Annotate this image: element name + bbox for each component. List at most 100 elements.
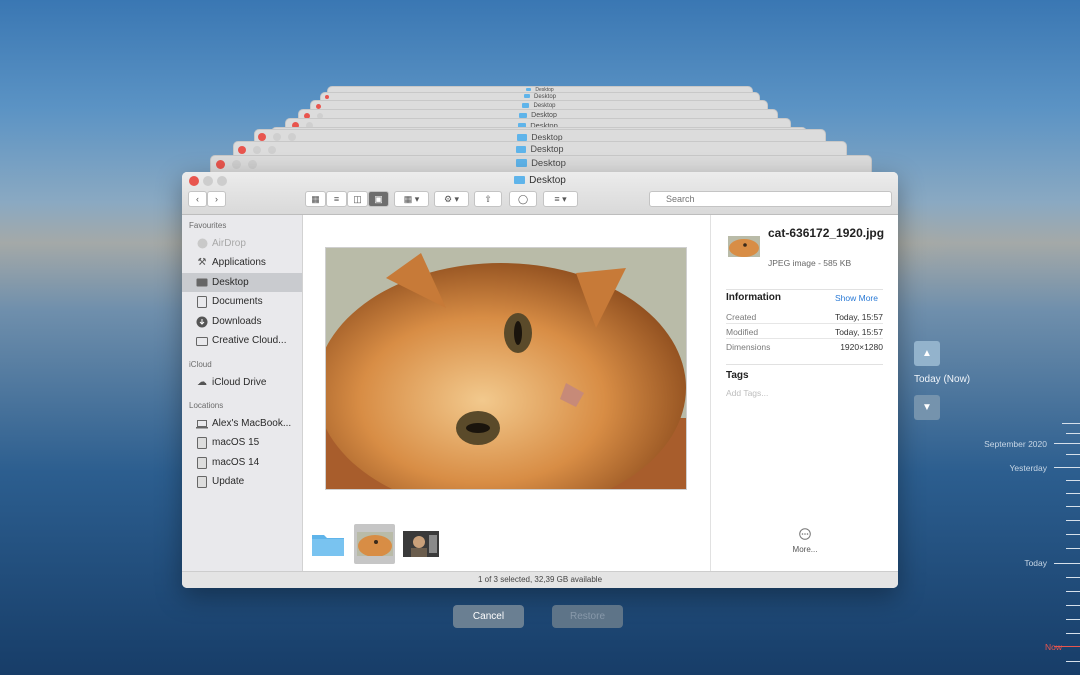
sidebar-heading-icloud: iCloud — [189, 360, 212, 369]
sidebar-item-label: macOS 15 — [212, 437, 260, 448]
share-button[interactable]: ⇧ — [474, 191, 502, 207]
documents-icon — [196, 295, 208, 308]
status-bar: 1 of 3 selected, 32,39 GB available — [182, 571, 898, 588]
sidebar-item-desktop[interactable]: Desktop — [182, 273, 302, 292]
sidebar: Favourites AirDrop ⚒ Applications Desktop… — [182, 215, 303, 571]
desktop-icon — [196, 277, 208, 289]
folder-icon — [516, 146, 527, 154]
forward-button[interactable]: › — [207, 191, 226, 207]
sidebar-item-applications[interactable]: ⚒ Applications — [182, 253, 302, 272]
sidebar-item-downloads[interactable]: Downloads — [182, 312, 302, 331]
group-icon: ▦ ▾ — [403, 193, 420, 204]
downloads-icon — [196, 316, 208, 328]
tag-icon: ◯ — [517, 193, 529, 204]
previous-snapshot-button[interactable]: ▲ — [914, 341, 940, 366]
show-more-link[interactable]: Show More — [835, 293, 878, 303]
applications-icon: ⚒ — [197, 257, 207, 268]
icon-grid-icon: ▦ — [311, 193, 320, 204]
sidebar-item-macos-14[interactable]: macOS 14 — [182, 453, 302, 472]
toolbar: Desktop ‹ › ▦ ≡ ◫ ▣ ▦ ▾ ⚙ ▾ ⇧ ◯ ≡ ▾ ⚲ — [182, 172, 898, 215]
sidebar-heading-favourites: Favourites — [189, 221, 227, 230]
folder-icon — [519, 112, 528, 118]
folder-icon — [523, 94, 530, 99]
add-tags-field[interactable]: Add Tags... — [726, 388, 768, 398]
chevron-up-icon: ▲ — [922, 348, 932, 359]
lines-icon: ≡ ▾ — [554, 193, 567, 204]
cancel-button[interactable]: Cancel — [453, 605, 524, 628]
cloud-icon: ☁ — [197, 377, 207, 388]
folder-icon — [526, 88, 532, 92]
timeline-label-yesterday[interactable]: Yesterday — [927, 463, 1048, 473]
folder-icon — [196, 335, 208, 347]
ellipsis-circle-icon — [799, 528, 811, 540]
sidebar-item-label: Desktop — [212, 277, 249, 288]
view-icons-button[interactable]: ▦ — [305, 191, 326, 207]
gallery-thumb-cat[interactable] — [354, 524, 395, 564]
columns-icon: ◫ — [353, 193, 362, 204]
gallery-thumb-folder[interactable] — [310, 524, 346, 564]
current-snapshot-label: Today (Now) — [914, 374, 971, 385]
folder-icon — [522, 102, 530, 108]
folder-icon — [514, 176, 526, 185]
timeline-label-september-2020[interactable]: September 2020 — [927, 439, 1047, 449]
tags-button[interactable]: ◯ — [509, 191, 537, 207]
information-heading: Information — [726, 292, 781, 303]
snapshot-window-title: Desktop — [530, 144, 564, 154]
sidebar-item-label: iCloud Drive — [212, 377, 267, 388]
file-type: JPEG image - 585 KB — [768, 258, 852, 268]
file-thumbnail — [728, 236, 760, 257]
sidebar-item-icloud-drive[interactable]: ☁ iCloud Drive — [182, 373, 302, 392]
view-gallery-button[interactable]: ▣ — [368, 191, 389, 207]
sidebar-item-label: Applications — [212, 257, 266, 268]
disk-icon — [196, 456, 208, 469]
sidebar-item-label: Creative Cloud... — [212, 335, 287, 346]
laptop-icon — [196, 418, 208, 430]
sidebar-item-label: Documents — [212, 296, 263, 307]
sidebar-item-airdrop[interactable]: AirDrop — [182, 234, 302, 253]
back-button[interactable]: ‹ — [188, 191, 207, 207]
info-row-dimensions: Dimensions 1920×1280 — [726, 338, 883, 352]
gallery-icon: ▣ — [374, 193, 383, 204]
airdrop-icon — [196, 238, 208, 250]
sidebar-item-label: Update — [212, 476, 245, 487]
view-columns-button[interactable]: ◫ — [347, 191, 368, 207]
sidebar-item-label: macOS 14 — [212, 457, 260, 468]
gallery-thumb-photo[interactable] — [401, 524, 441, 564]
list-icon: ≡ — [333, 194, 340, 204]
folder-icon — [516, 159, 528, 168]
finder-window: Desktop ‹ › ▦ ≡ ◫ ▣ ▦ ▾ ⚙ ▾ ⇧ ◯ ≡ ▾ ⚲ Fa… — [182, 172, 898, 588]
file-name: cat-636172_1920.jpg — [768, 226, 885, 240]
chevron-right-icon: › — [215, 194, 218, 204]
sidebar-item-macos-15[interactable]: macOS 15 — [182, 433, 302, 452]
next-snapshot-button[interactable]: ▼ — [914, 395, 940, 420]
sidebar-heading-locations: Locations — [189, 401, 224, 410]
chevron-left-icon: ‹ — [196, 194, 199, 204]
search-input[interactable] — [649, 191, 892, 207]
more-button[interactable] — [793, 527, 817, 545]
restore-button[interactable]: Restore — [552, 605, 623, 628]
timeline-label-today[interactable]: Today — [927, 558, 1047, 568]
timeline-label-now[interactable]: Now — [942, 642, 1062, 652]
sidebar-item-update[interactable]: Update — [182, 472, 302, 491]
info-row-modified: Modified Today, 15:57 — [726, 323, 883, 337]
sidebar-item-documents[interactable]: Documents — [182, 292, 302, 311]
more-options-button[interactable]: ≡ ▾ — [543, 191, 578, 207]
action-button[interactable]: ⚙ ▾ — [434, 191, 469, 207]
chevron-down-icon: ▼ — [922, 402, 932, 413]
snapshot-window-title: Desktop — [531, 158, 566, 169]
sidebar-item-label: AirDrop — [212, 238, 246, 249]
sidebar-item-creative-cloud[interactable]: Creative Cloud... — [182, 331, 302, 350]
gallery-preview-image[interactable] — [326, 248, 686, 489]
folder-icon — [312, 535, 344, 556]
share-icon: ⇧ — [484, 193, 492, 204]
gear-icon: ⚙ ▾ — [443, 193, 460, 204]
view-list-button[interactable]: ≡ — [326, 191, 347, 207]
disk-icon — [196, 436, 208, 449]
group-button[interactable]: ▦ ▾ — [394, 191, 429, 207]
sidebar-item-label: Alex's MacBook... — [212, 418, 292, 429]
info-row-created: Created Today, 15:57 — [726, 312, 883, 322]
sidebar-item-label: Downloads — [212, 316, 262, 327]
sidebar-item-macbook[interactable]: Alex's MacBook... — [182, 414, 302, 433]
more-label: More... — [792, 545, 818, 554]
inspector-panel: cat-636172_1920.jpg JPEG image - 585 KB … — [710, 215, 898, 571]
